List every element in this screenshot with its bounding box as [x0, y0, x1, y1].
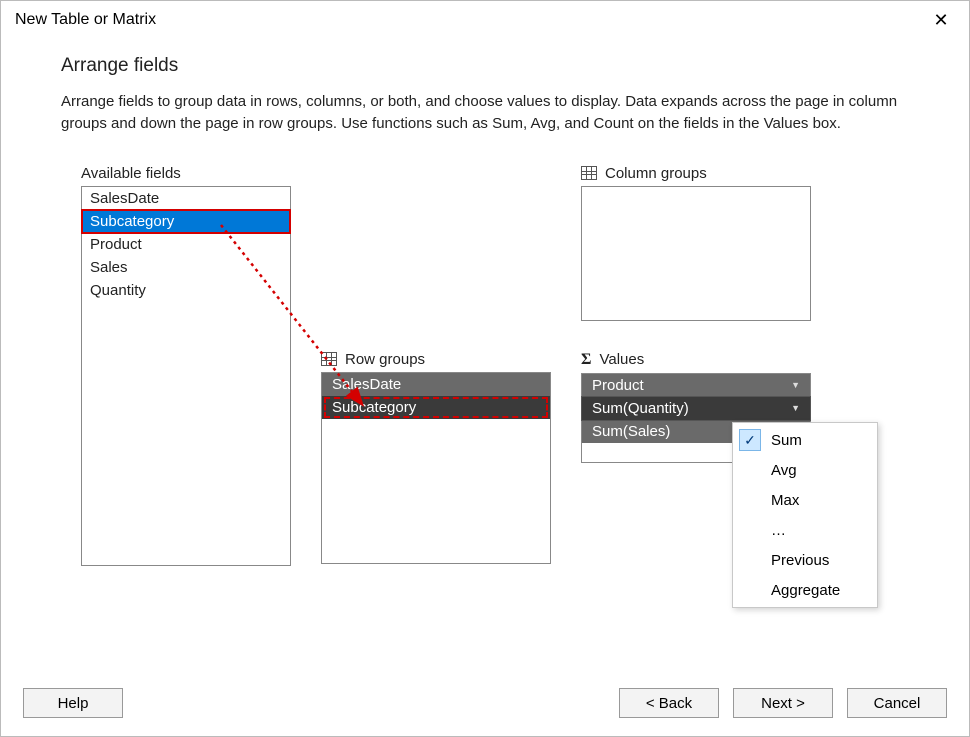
- check-icon: ✓: [739, 429, 761, 451]
- menu-item-label: Sum: [771, 432, 802, 449]
- column-groups-label: Column groups: [581, 165, 811, 182]
- next-button[interactable]: Next >: [733, 688, 833, 718]
- row-groups-list[interactable]: SalesDateSubcategory: [321, 372, 551, 564]
- column-groups-panel: Column groups: [581, 165, 811, 321]
- column-groups-list[interactable]: [581, 186, 811, 321]
- close-button[interactable]: ✕: [923, 7, 959, 33]
- window-title: New Table or Matrix: [15, 11, 156, 29]
- check-icon: [739, 459, 761, 481]
- page-heading: Arrange fields: [61, 55, 909, 77]
- value-field-item[interactable]: Sum(Quantity) ▼: [582, 397, 810, 420]
- aggregate-menu-item[interactable]: ✓ Sum: [733, 425, 877, 455]
- available-fields-label: Available fields: [81, 165, 291, 182]
- value-field-label: Sum(Quantity): [592, 400, 689, 417]
- check-icon: [739, 489, 761, 511]
- value-field-item[interactable]: Product ▼: [582, 374, 810, 397]
- wizard-nav-buttons: < Back Next > Cancel: [619, 688, 947, 718]
- row-groups-text: Row groups: [345, 351, 425, 368]
- menu-item-label: …: [771, 522, 786, 539]
- aggregate-menu-item[interactable]: Avg: [733, 455, 877, 485]
- available-field-item[interactable]: Subcategory: [82, 210, 290, 233]
- value-field-label: Product: [592, 377, 644, 394]
- check-icon: [739, 579, 761, 601]
- column-groups-text: Column groups: [605, 165, 707, 182]
- aggregate-menu-item[interactable]: …: [733, 515, 877, 545]
- help-button[interactable]: Help: [23, 688, 123, 718]
- row-groups-panel: Row groups SalesDateSubcategory: [321, 351, 551, 564]
- menu-item-label: Avg: [771, 462, 797, 479]
- table-icon: [581, 166, 597, 180]
- available-field-item[interactable]: Quantity: [82, 279, 290, 302]
- chevron-down-icon[interactable]: ▼: [791, 380, 800, 390]
- back-button[interactable]: < Back: [619, 688, 719, 718]
- values-label: Σ Values: [581, 351, 811, 369]
- page-description: Arrange fields to group data in rows, co…: [61, 91, 909, 135]
- check-icon: [739, 549, 761, 571]
- value-field-label: Sum(Sales): [592, 423, 670, 440]
- aggregate-menu-item[interactable]: Max: [733, 485, 877, 515]
- chevron-down-icon[interactable]: ▼: [791, 403, 800, 413]
- available-field-item[interactable]: Product: [82, 233, 290, 256]
- aggregate-context-menu[interactable]: ✓ Sum Avg Max … Previous Aggregate: [732, 422, 878, 608]
- row-group-item[interactable]: SalesDate: [322, 373, 550, 396]
- aggregate-menu-item[interactable]: Aggregate: [733, 575, 877, 605]
- titlebar: New Table or Matrix ✕: [1, 1, 969, 35]
- available-field-item[interactable]: SalesDate: [82, 187, 290, 210]
- button-bar: Help < Back Next > Cancel: [1, 670, 969, 736]
- available-fields-panel: Available fields SalesDateSubcategoryPro…: [81, 165, 291, 566]
- available-fields-list[interactable]: SalesDateSubcategoryProductSalesQuantity: [81, 186, 291, 566]
- menu-item-label: Max: [771, 492, 799, 509]
- values-text: Values: [599, 351, 644, 368]
- sigma-icon: Σ: [581, 351, 591, 369]
- menu-item-label: Aggregate: [771, 582, 840, 599]
- close-icon: ✕: [933, 10, 948, 31]
- cancel-button[interactable]: Cancel: [847, 688, 947, 718]
- available-field-item[interactable]: Sales: [82, 256, 290, 279]
- row-group-item[interactable]: Subcategory: [322, 396, 550, 419]
- table-icon: [321, 352, 337, 366]
- aggregate-menu-item[interactable]: Previous: [733, 545, 877, 575]
- row-groups-label: Row groups: [321, 351, 551, 368]
- check-icon: [739, 519, 761, 541]
- menu-item-label: Previous: [771, 552, 829, 569]
- dialog-window: New Table or Matrix ✕ Arrange fields Arr…: [0, 0, 970, 737]
